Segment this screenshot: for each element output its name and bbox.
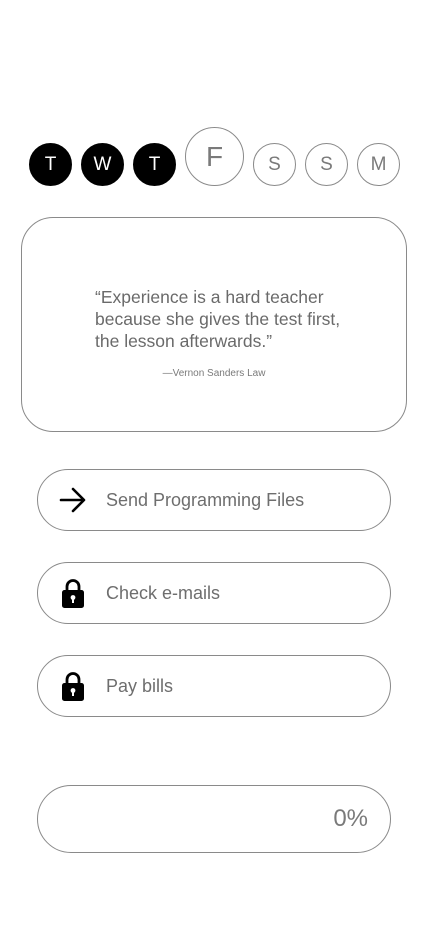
progress-bar: 0% (37, 785, 391, 853)
day-letter: T (44, 153, 57, 175)
day-letter: M (370, 153, 387, 175)
arrow-right-icon (59, 484, 87, 516)
day-letter: S (268, 153, 281, 175)
weekday-tracker: T W T F S S M (0, 0, 428, 200)
day-circle-saturday[interactable]: S (253, 143, 296, 186)
day-letter: F (205, 140, 224, 172)
day-circle-friday[interactable]: F (185, 127, 244, 186)
quote-text: “Experience is a hard teacher because sh… (95, 287, 341, 351)
task-label: Pay bills (106, 676, 174, 696)
task-pay-bills[interactable]: Pay bills (37, 655, 391, 717)
task-send-programming-files[interactable]: Send Programming Files (37, 469, 391, 531)
day-circle-monday[interactable]: M (357, 143, 400, 186)
day-letter: S (320, 153, 333, 175)
quote-author: —Vernon Sanders Law (162, 368, 266, 379)
task-check-e-mails[interactable]: Check e-mails (37, 562, 391, 624)
day-letter: W (93, 153, 112, 175)
day-circle-sunday[interactable]: S (305, 143, 348, 186)
day-circle-wednesday[interactable]: W (81, 143, 124, 186)
day-letter: T (148, 153, 161, 175)
task-label: Send Programming Files (106, 490, 305, 510)
progress-value: 0% (333, 805, 368, 832)
quote-card: “Experience is a hard teacher because sh… (21, 217, 407, 432)
day-circle-thursday[interactable]: T (133, 143, 176, 186)
day-circle-tuesday[interactable]: T (29, 143, 72, 186)
task-label: Check e-mails (106, 583, 221, 603)
padlock-icon (59, 577, 87, 609)
padlock-icon (59, 670, 87, 702)
